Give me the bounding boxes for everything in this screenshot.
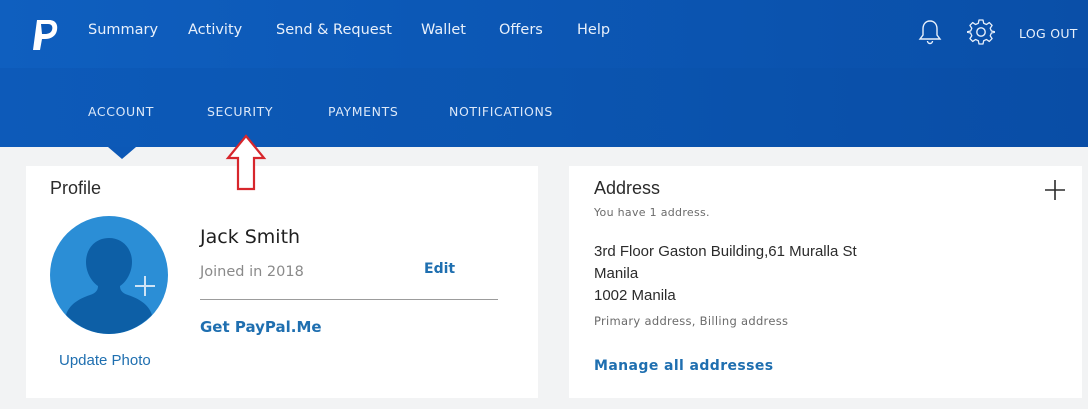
address-line-2: Manila — [594, 265, 639, 282]
address-line-3: 1002 Manila — [594, 287, 676, 304]
update-photo-link[interactable]: Update Photo — [59, 352, 151, 369]
notifications-bell-icon[interactable] — [916, 18, 944, 46]
subnav-notifications[interactable]: NOTIFICATIONS — [449, 104, 553, 119]
annotation-up-arrow-icon — [225, 134, 267, 191]
profile-card: Profile Update Photo Jack Smith Joined i… — [26, 166, 538, 398]
nav-send-request[interactable]: Send & Request — [276, 22, 392, 38]
subnav-account[interactable]: ACCOUNT — [88, 104, 154, 119]
manage-addresses-link[interactable]: Manage all addresses — [594, 358, 774, 374]
profile-title: Profile — [50, 178, 102, 198]
nav-activity[interactable]: Activity — [188, 22, 242, 38]
profile-name: Jack Smith — [200, 226, 301, 248]
profile-divider — [200, 299, 498, 300]
address-count: You have 1 address. — [594, 206, 710, 219]
top-navigation-bar: Summary Activity Send & Request Wallet O… — [0, 0, 1088, 147]
logout-link[interactable]: LOG OUT — [1019, 26, 1078, 41]
address-title: Address — [594, 178, 661, 198]
settings-gear-icon[interactable] — [967, 18, 995, 46]
get-paypal-me-link[interactable]: Get PayPal.Me — [200, 318, 322, 336]
person-silhouette-icon — [66, 238, 155, 334]
joined-date: Joined in 2018 — [200, 264, 304, 280]
subnav-payments[interactable]: PAYMENTS — [328, 104, 398, 119]
selected-tab-caret — [108, 147, 136, 159]
subnav-security[interactable]: SECURITY — [207, 104, 273, 119]
add-photo-plus-icon — [135, 276, 155, 296]
address-line-1: 3rd Floor Gaston Building,61 Muralla St — [594, 243, 857, 260]
nav-offers[interactable]: Offers — [499, 22, 543, 38]
nav-help[interactable]: Help — [577, 22, 610, 38]
address-tags: Primary address, Billing address — [594, 314, 789, 328]
nav-summary[interactable]: Summary — [88, 22, 158, 38]
paypal-logo-icon[interactable] — [30, 18, 60, 52]
avatar[interactable] — [50, 216, 168, 334]
add-address-plus-icon[interactable] — [1043, 178, 1067, 202]
nav-wallet[interactable]: Wallet — [421, 22, 466, 38]
address-card: Address You have 1 address. 3rd Floor Ga… — [569, 166, 1082, 398]
edit-profile-link[interactable]: Edit — [424, 261, 455, 277]
